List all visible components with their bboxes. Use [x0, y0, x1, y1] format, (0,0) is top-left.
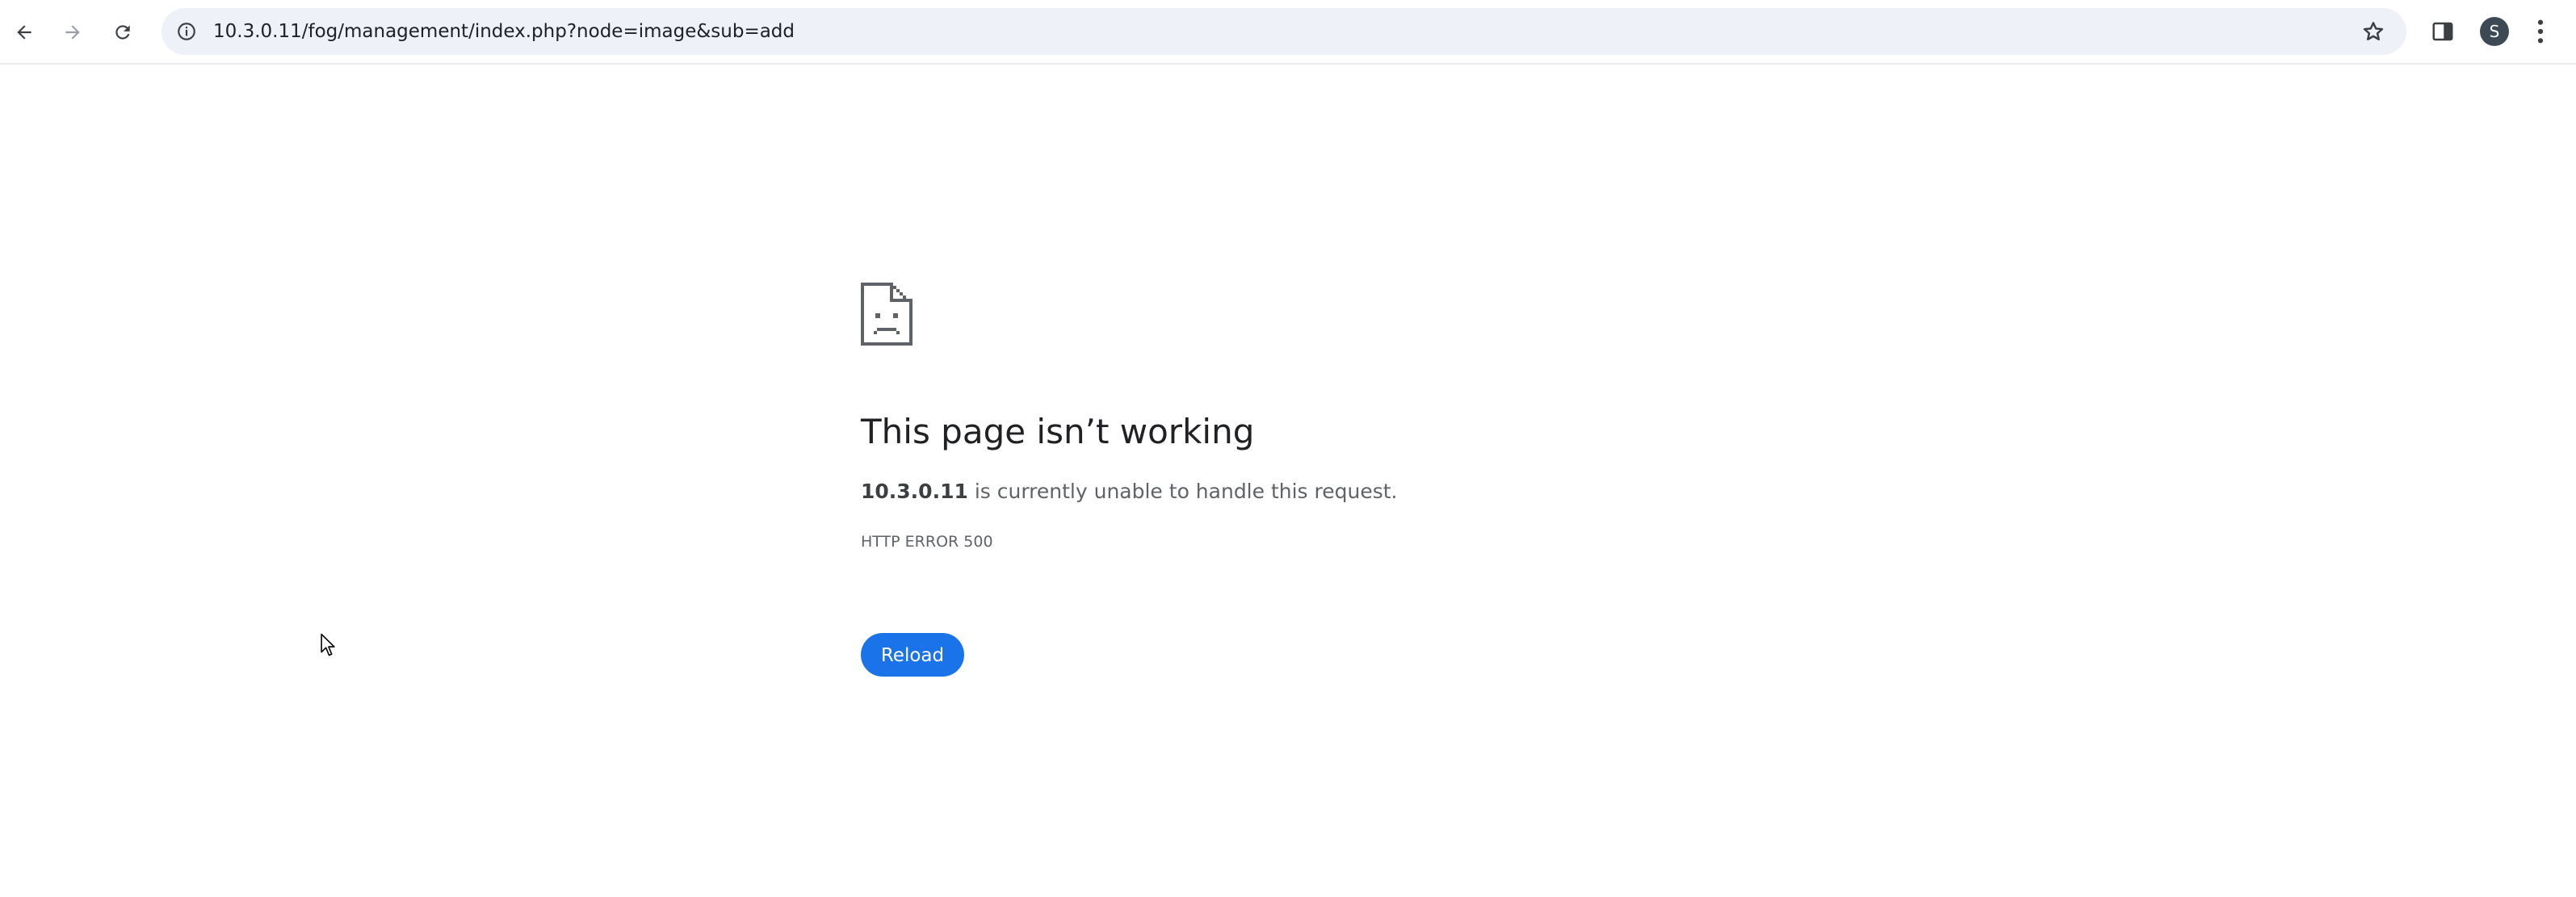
mouse-cursor-icon — [321, 633, 335, 656]
forward-button[interactable] — [53, 13, 92, 52]
info-icon[interactable] — [176, 21, 197, 42]
back-button[interactable] — [5, 13, 44, 52]
kebab-menu-icon[interactable] — [2534, 18, 2547, 45]
reload-button[interactable]: Reload — [861, 633, 964, 677]
star-icon[interactable] — [2361, 19, 2385, 44]
profile-avatar[interactable]: S — [2480, 17, 2509, 46]
error-message: 10.3.0.11 is currently unable to handle … — [861, 480, 1398, 503]
reload-icon — [115, 25, 130, 40]
side-panel-icon[interactable] — [2431, 19, 2455, 44]
error-host: 10.3.0.11 — [861, 480, 968, 503]
sad-document-icon — [861, 283, 913, 346]
reload-page-button[interactable] — [103, 13, 142, 52]
error-code: HTTP ERROR 500 — [861, 533, 993, 551]
arrow-left-icon — [17, 25, 31, 40]
error-message-text: is currently unable to handle this reque… — [967, 480, 1398, 503]
error-title: This page isn’t working — [861, 412, 1255, 451]
arrow-right-icon — [65, 25, 80, 40]
url-text[interactable]: 10.3.0.11/fog/management/index.php?node=… — [213, 8, 795, 55]
address-bar[interactable]: 10.3.0.11/fog/management/index.php?node=… — [162, 8, 2406, 55]
browser-toolbar: 10.3.0.11/fog/management/index.php?node=… — [0, 0, 2576, 65]
